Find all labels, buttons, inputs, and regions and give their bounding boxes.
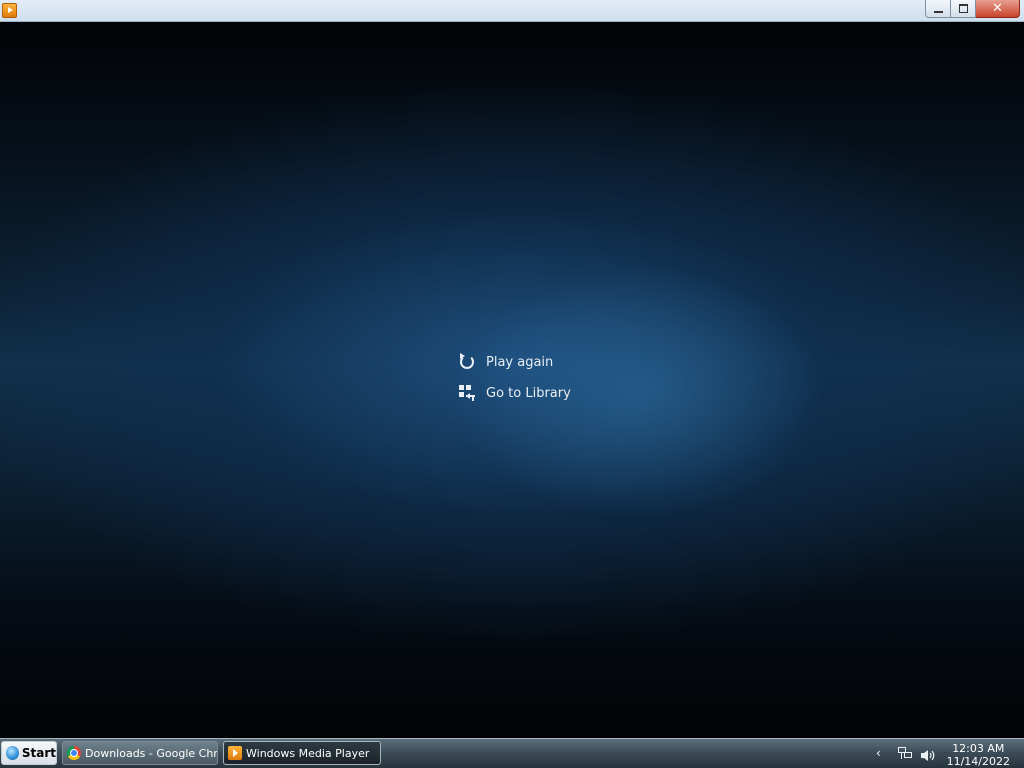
start-button[interactable]: Start [1,741,57,765]
restore-icon [958,4,968,13]
windows-media-player-icon[interactable] [2,3,17,18]
taskbar-item-label: Windows Media Player [246,746,370,760]
windows-media-player-icon [228,746,242,760]
windows-logo-icon [6,746,19,760]
now-playing-area: Play again Go to Library [0,22,1024,738]
clock[interactable]: 12:03 AM 11/14/2022 [947,742,1010,768]
minimize-icon [933,10,943,13]
taskbar-item-label: Downloads - Google Chr... [85,746,218,760]
show-hidden-icons-chevron-icon[interactable]: ‹ [876,747,881,759]
chrome-icon [67,746,81,760]
clock-date: 11/14/2022 [946,755,1010,768]
go-to-library-button[interactable]: Go to Library [458,384,571,402]
start-label: Start [21,746,56,760]
window-controls: ✕ [925,0,1020,18]
play-again-button[interactable]: Play again [458,353,553,371]
go-to-library-label: Go to Library [486,385,571,401]
clock-time: 12:03 AM [952,742,1005,755]
system-tray: ‹ 12:03 AM 11/14/2022 [874,739,1024,768]
volume-icon[interactable] [920,747,936,761]
title-bar: ✕ [0,0,1024,22]
close-icon: ✕ [992,0,1003,16]
restore-button[interactable] [951,0,976,18]
taskbar: Start Downloads - Google Chr... Windows … [0,738,1024,768]
play-again-label: Play again [486,354,554,370]
taskbar-item-chrome[interactable]: Downloads - Google Chr... [62,741,218,765]
minimize-button[interactable] [925,0,951,18]
taskbar-item-windows-media-player[interactable]: Windows Media Player [223,741,381,765]
replay-icon [458,353,476,371]
library-icon [458,384,476,402]
network-icon[interactable] [898,747,912,759]
close-button[interactable]: ✕ [976,0,1020,18]
